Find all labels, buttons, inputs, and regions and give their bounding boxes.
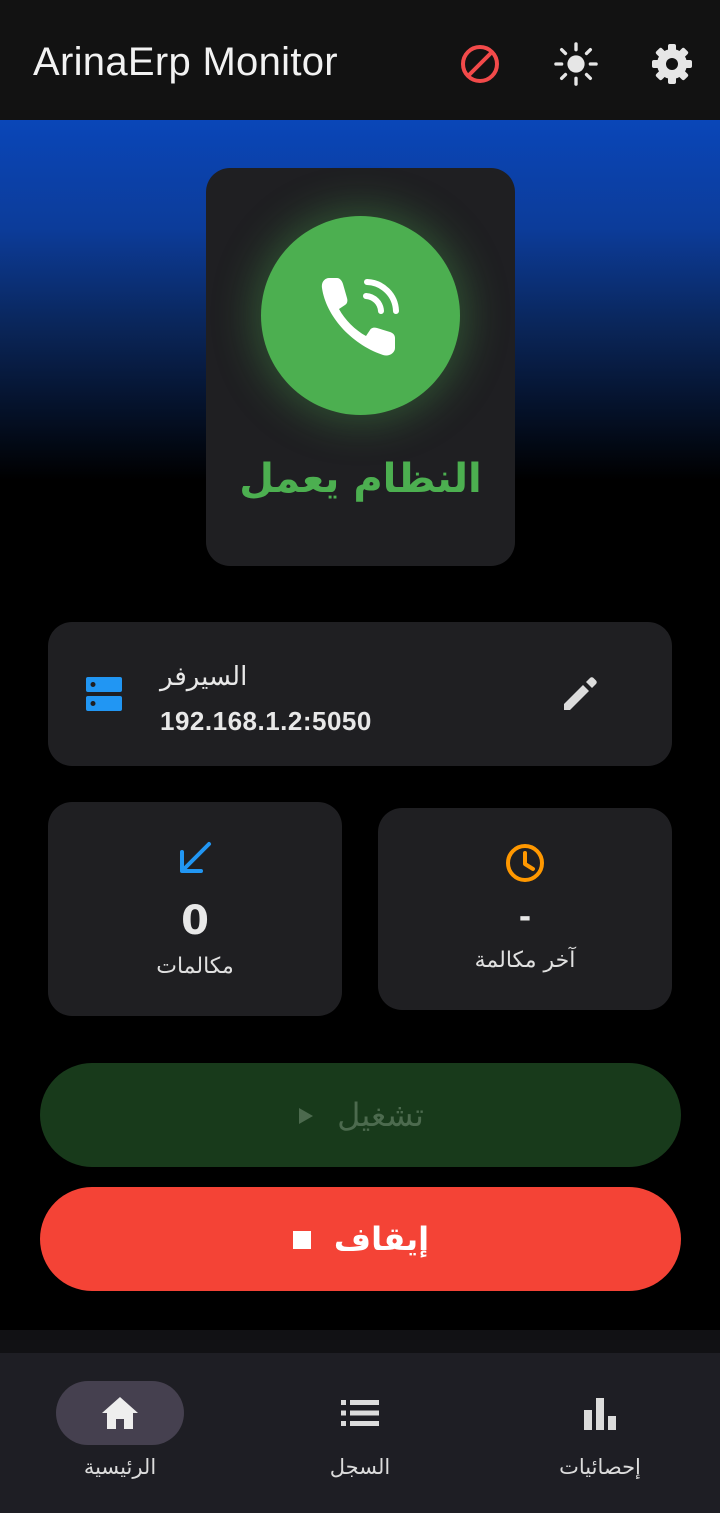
start-button-label: تشغيل — [337, 1096, 424, 1134]
server-icon — [84, 674, 124, 718]
status-card: النظام يعمل — [206, 168, 515, 566]
server-address: 192.168.1.2:5050 — [160, 706, 372, 736]
nav-label-stats: إحصائيات — [559, 1455, 641, 1479]
start-button[interactable]: تشغيل — [40, 1063, 681, 1167]
play-icon — [297, 1096, 315, 1134]
server-card: السيرفر 192.168.1.2:5050 — [48, 622, 672, 766]
status-text: النظام يعمل — [239, 456, 482, 502]
clock-icon — [378, 842, 672, 884]
bottom-navigation: الرئيسية السجل إحصائيات — [0, 1353, 720, 1513]
last-call-value: - — [518, 900, 532, 935]
brightness-icon[interactable] — [554, 42, 598, 86]
nav-item-stats[interactable]: إحصائيات — [480, 1353, 720, 1513]
home-icon — [0, 1381, 240, 1445]
app-title: ArinaErp Monitor — [33, 40, 338, 84]
server-label: السيرفر — [160, 662, 248, 692]
nav-item-log[interactable]: السجل — [240, 1353, 480, 1513]
stop-button-label: إيقاف — [333, 1220, 430, 1258]
nav-item-home[interactable]: الرئيسية — [0, 1353, 240, 1513]
status-indicator — [261, 216, 460, 415]
stop-button[interactable]: إيقاف — [40, 1187, 681, 1291]
calls-label: مكالمات — [156, 954, 234, 979]
edit-icon[interactable] — [560, 674, 600, 718]
block-icon[interactable] — [458, 42, 502, 86]
list-icon — [240, 1381, 480, 1445]
nav-divider — [0, 1330, 720, 1353]
incoming-arrow-icon — [48, 838, 342, 878]
app-bar: ArinaErp Monitor — [0, 0, 720, 120]
gear-icon[interactable] — [650, 42, 694, 86]
nav-label-log: السجل — [329, 1455, 391, 1479]
calls-card: 0 مكالمات — [48, 802, 342, 1016]
phone-ringing-icon — [321, 277, 399, 356]
nav-label-home: الرئيسية — [83, 1455, 157, 1479]
bar-chart-icon — [480, 1381, 720, 1445]
last-call-card: - آخر مكالمة — [378, 808, 672, 1010]
last-call-label: آخر مكالمة — [474, 948, 576, 973]
stop-icon — [292, 1220, 312, 1258]
calls-count: 0 — [181, 898, 209, 944]
